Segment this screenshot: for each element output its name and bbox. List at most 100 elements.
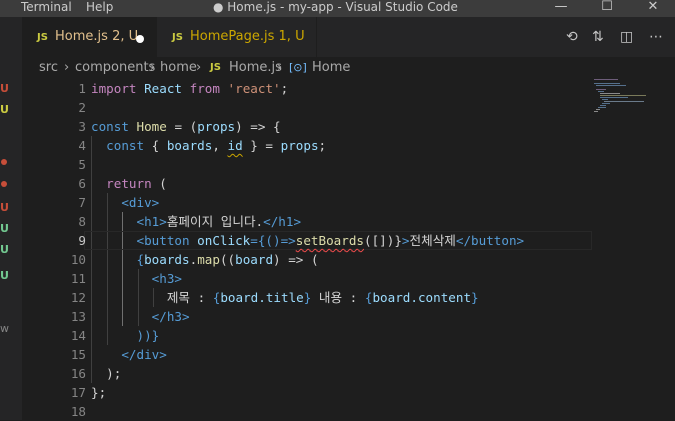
minimap-line: [602, 103, 610, 104]
line-number: 1: [78, 81, 86, 96]
code-line[interactable]: 12 제목 : {board.title} 내용 : {board.conten…: [22, 288, 592, 307]
code-line[interactable]: 3 const Home = (props) => {: [22, 117, 592, 136]
code-line[interactable]: 8 <h1>홈페이지 입니다.</h1>: [22, 212, 592, 231]
code-text: {boards.map((board) => (: [136, 252, 319, 267]
minimap-line: [594, 111, 598, 112]
menu-help[interactable]: Help: [86, 0, 113, 14]
minimap-line: [594, 83, 620, 84]
chevron-right-icon: ›: [150, 60, 156, 75]
line-number: 16: [70, 366, 86, 381]
line-number: 6: [78, 176, 86, 191]
tab-label: HomePage.js 1, U: [190, 29, 305, 44]
maximize-icon[interactable]: ☐: [589, 0, 625, 17]
unsaved-dot-icon[interactable]: [136, 35, 144, 43]
minimap-line: [596, 89, 606, 90]
code-text: </div>: [121, 347, 167, 362]
javascript-file-icon: JS: [172, 32, 183, 43]
error-dot-icon: [1, 181, 7, 187]
tab-home-js[interactable]: JS Home.js 2, U: [22, 17, 157, 57]
chevron-right-icon: ›: [277, 60, 283, 75]
git-status-untracked[interactable]: U: [0, 201, 22, 215]
line-number: 17: [70, 385, 86, 400]
code-text: };: [91, 385, 107, 400]
more-actions-icon[interactable]: ⋯: [649, 29, 663, 45]
minimap-line: [598, 107, 606, 108]
code-line[interactable]: 14 ))}: [22, 326, 592, 345]
line-number: 18: [70, 404, 86, 419]
breadcrumb-src[interactable]: src: [39, 57, 58, 79]
code-line[interactable]: 10 {boards.map((board) => (: [22, 250, 592, 269]
line-number: 3: [78, 119, 86, 134]
window-title: ● Home.js - my-app - Visual Studio Code: [213, 0, 458, 14]
code-text: );: [106, 366, 122, 381]
code-line[interactable]: 15 </div>: [22, 345, 592, 364]
code-line[interactable]: 5: [22, 155, 592, 174]
line-number: 15: [70, 347, 86, 362]
git-status-untracked[interactable]: U: [0, 82, 22, 96]
minimap-line: [600, 93, 620, 94]
compare-changes-icon[interactable]: ⇅: [592, 29, 604, 45]
line-number: 4: [78, 138, 86, 153]
line-number: 5: [78, 157, 86, 172]
line-number: 9: [78, 233, 86, 248]
code-line[interactable]: 16 );: [22, 364, 592, 383]
line-number: 12: [70, 290, 86, 305]
menu-terminal[interactable]: Terminal: [21, 0, 72, 14]
tab-homepage-js[interactable]: JS HomePage.js 1, U: [157, 17, 317, 57]
code-text: const { boards, id } = props;: [106, 138, 327, 153]
code-line[interactable]: 2: [22, 98, 592, 117]
minimap-line: [604, 101, 644, 102]
close-icon[interactable]: ✕: [635, 0, 671, 17]
git-status-untracked[interactable]: U: [0, 269, 22, 283]
breadcrumb-home[interactable]: home: [160, 57, 197, 79]
code-text: const Home = (props) => {: [91, 119, 281, 134]
line-number: 7: [78, 195, 86, 210]
code-line[interactable]: 17 };: [22, 383, 592, 402]
tab-bar: JS Home.js 2, U JS HomePage.js 1, U ⟲ ⇅ …: [22, 17, 675, 57]
line-number: 14: [70, 328, 86, 343]
code-line[interactable]: 1 import React from 'react';: [22, 79, 592, 98]
code-editor[interactable]: 1 import React from 'react'; 2 3 const H…: [22, 79, 675, 420]
line-number: 8: [78, 214, 86, 229]
minimap-line: [596, 85, 626, 86]
breadcrumb-components[interactable]: components: [75, 57, 155, 79]
code-text: <h1>홈페이지 입니다.</h1>: [136, 214, 302, 229]
code-line[interactable]: 4 const { boards, id } = props;: [22, 136, 592, 155]
minimap-line: [602, 99, 608, 100]
code-line-current[interactable]: 9 <button onClick={()=>setBoards([])}>전체…: [22, 231, 592, 250]
split-editor-icon[interactable]: ◫: [620, 29, 633, 45]
breadcrumb-symbol[interactable]: Home: [312, 57, 350, 79]
code-line[interactable]: 7 <div>: [22, 193, 592, 212]
chevron-right-icon: ›: [196, 60, 202, 75]
code-text: <h3>: [151, 271, 183, 286]
minimap-line: [594, 79, 618, 80]
code-text: </h3>: [151, 309, 190, 324]
timeline-icon[interactable]: ⟲: [566, 29, 578, 45]
code-line[interactable]: 11 <h3>: [22, 269, 592, 288]
symbol-variable-icon: [⊙]: [289, 61, 307, 74]
code-text: ))}: [136, 328, 160, 343]
breadcrumb: src › components › home › JS Home.js › […: [22, 57, 675, 79]
line-number: 10: [70, 252, 86, 267]
code-line[interactable]: 6 return (: [22, 174, 592, 193]
git-status-untracked[interactable]: U: [0, 103, 22, 117]
git-status-untracked[interactable]: U: [0, 222, 22, 236]
minimap-line: [600, 105, 606, 106]
code-line[interactable]: 13 </h3>: [22, 307, 592, 326]
git-status-untracked[interactable]: U: [0, 243, 22, 257]
minimap-line: [598, 91, 604, 92]
tab-label: Home.js 2, U: [55, 29, 139, 44]
code-text: <div>: [121, 195, 160, 210]
minimap-line: [596, 109, 600, 110]
explorer-item-fragment[interactable]: w: [0, 322, 22, 336]
error-dot-icon: [1, 159, 7, 165]
minimize-icon[interactable]: —: [543, 0, 579, 17]
breadcrumb-file[interactable]: Home.js: [229, 57, 282, 79]
code-line[interactable]: 18: [22, 402, 592, 421]
minimap-line: [600, 95, 646, 96]
javascript-file-icon: JS: [210, 62, 221, 73]
code-text: return (: [106, 176, 167, 191]
line-number: 11: [70, 271, 86, 286]
minimap-line: [600, 97, 628, 98]
minimap[interactable]: [592, 79, 675, 420]
